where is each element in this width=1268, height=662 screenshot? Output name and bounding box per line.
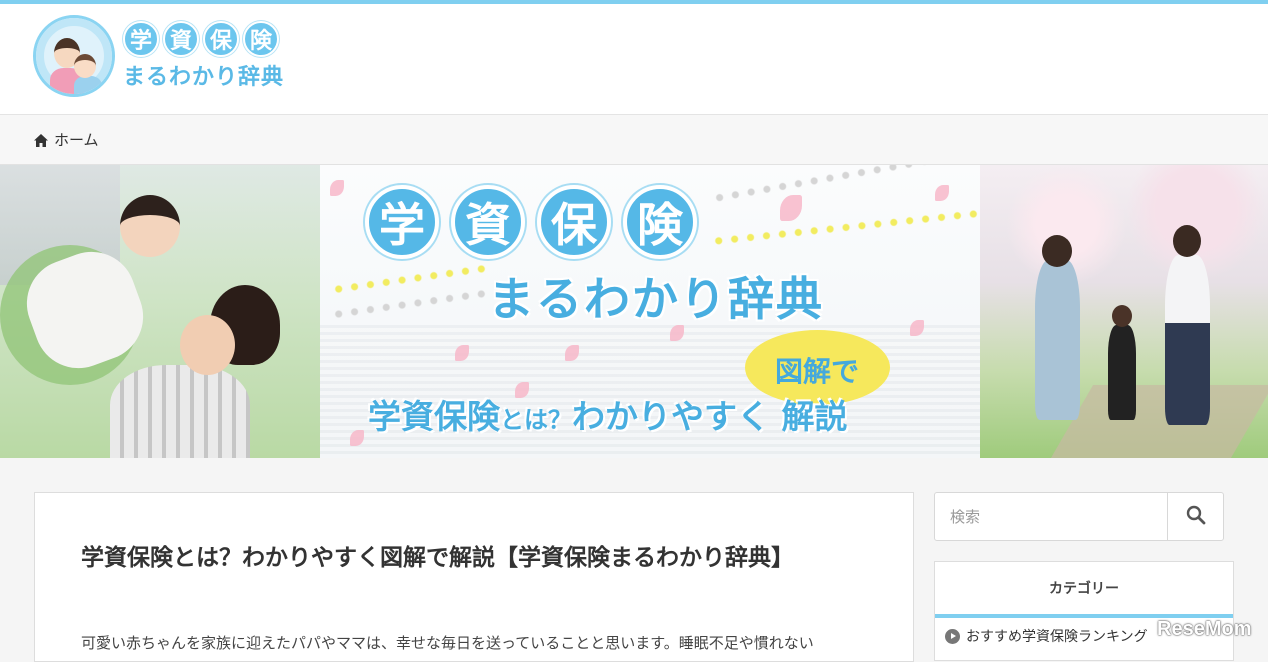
tagline-part: とは？ [500, 406, 572, 434]
resemom-watermark: ReseMom [1157, 618, 1252, 640]
tagline-part: 学資保険 [368, 397, 500, 436]
breadcrumb-home-link[interactable]: ホーム [54, 129, 99, 150]
hero-title-char: 資 [451, 185, 525, 259]
article-card: 学資保険とは？わかりやすく図解で解説【学資保険まるわかり辞典】 可愛い赤ちゃんを… [34, 492, 914, 662]
search-button[interactable] [1167, 493, 1224, 540]
article-title: 学資保険とは？わかりやすく図解で解説【学資保険まるわかり辞典】 [81, 545, 794, 571]
hero-title: 学 資 保 険 [365, 185, 697, 259]
hero-subtitle: まるわかり辞典 [488, 272, 824, 326]
logo-text: 学 資 保 険 まるわかり辞典 [123, 21, 284, 91]
hero-photo-mother-baby [0, 165, 320, 458]
hero-tagline: 学資保険とは？わかりやすく 解説 [368, 390, 848, 438]
site-logo[interactable]: 学 資 保 険 まるわかり辞典 [33, 15, 284, 97]
article-body: 可愛い赤ちゃんを家族に迎えたパパやママは、幸せな毎日を送っていることと思います。… [81, 634, 814, 652]
speech-bubble-text: 図解で [775, 355, 860, 388]
hero-title-char: 保 [537, 185, 611, 259]
tagline-part: わかりやすく 解説 [572, 397, 848, 436]
hero-photo-family [980, 165, 1268, 458]
hero-title-char: 険 [623, 185, 697, 259]
category-widget: カテゴリー おすすめ学資保険ランキング [934, 561, 1234, 661]
category-item-label: おすすめ学資保険ランキング [966, 629, 1148, 645]
site-header: 学 資 保 険 まるわかり辞典 [0, 4, 1268, 115]
category-title: カテゴリー [935, 562, 1233, 618]
chevron-circle-right-icon [945, 628, 960, 644]
search-input[interactable] [935, 493, 1167, 540]
logo-char: 資 [163, 21, 199, 57]
search-box [934, 492, 1224, 541]
logo-char: 保 [203, 21, 239, 57]
logo-badge-illustration [33, 15, 115, 97]
logo-subtitle: まるわかり辞典 [123, 65, 285, 90]
hero-banner[interactable]: 学 資 保 険 まるわかり辞典 図解で 学資保険とは？わかりやすく 解説 [0, 165, 1268, 458]
home-icon [34, 133, 48, 147]
breadcrumb: ホーム [0, 115, 1268, 165]
hero-title-panel: 学 資 保 険 まるわかり辞典 図解で 学資保険とは？わかりやすく 解説 [320, 165, 990, 458]
logo-char: 険 [243, 21, 279, 57]
hero-title-char: 学 [365, 185, 439, 259]
logo-char: 学 [123, 21, 159, 57]
search-icon [1186, 505, 1206, 529]
